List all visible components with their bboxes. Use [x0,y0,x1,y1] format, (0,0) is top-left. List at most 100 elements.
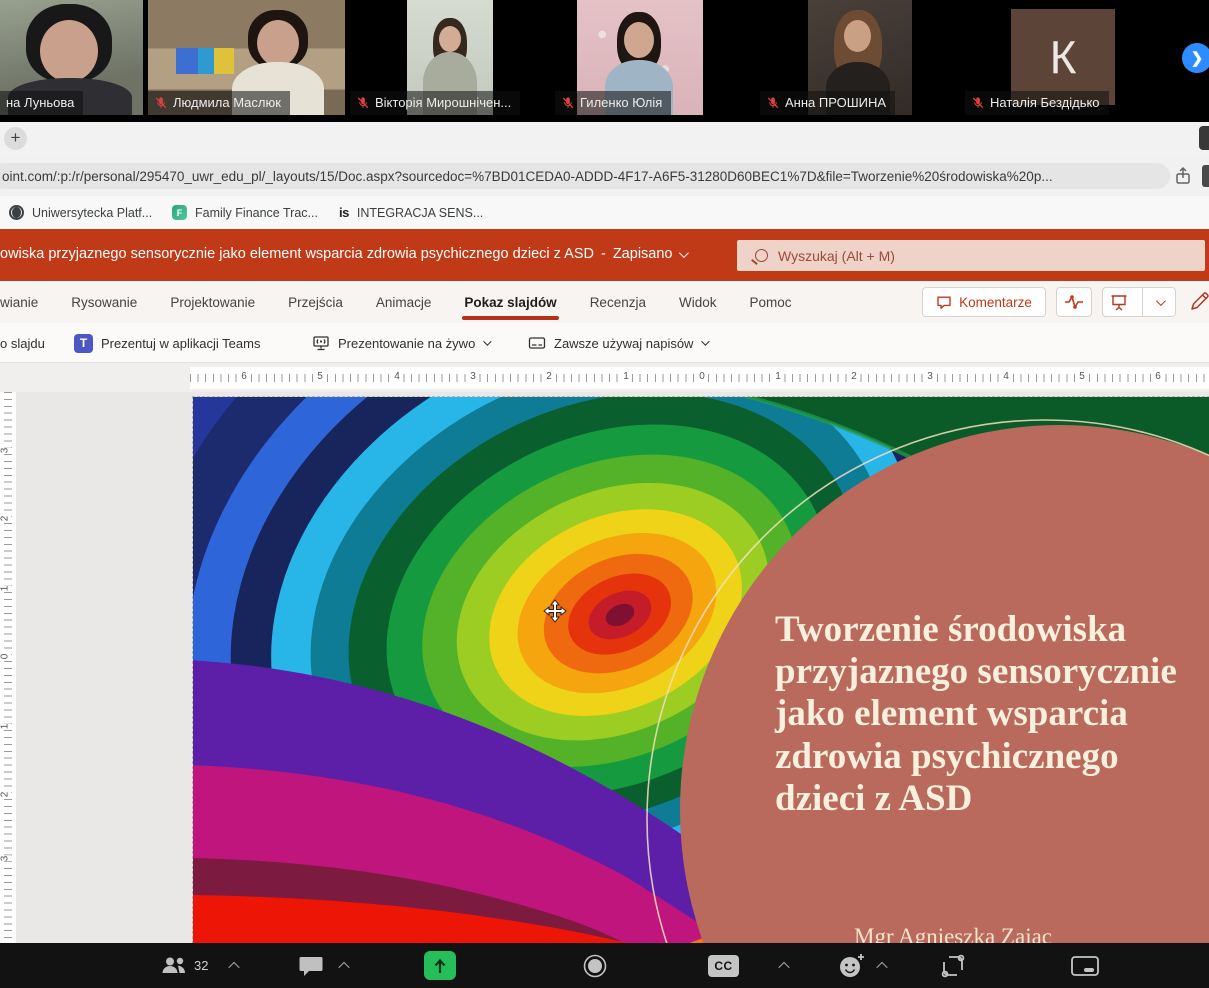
tab-pomoc[interactable]: Pomoc [749,291,791,314]
captions-icon [528,334,546,352]
window-control-partial[interactable] [1199,126,1209,150]
horizontal-ruler: 6 5 4 3 2 1 0 1 2 3 4 5 6 [190,367,1209,389]
always-use-captions-label: Zawsze używaj napisów [554,336,693,351]
participant-tile[interactable]: Гиленко Юлія [555,0,755,115]
chat-button[interactable] [298,943,324,988]
activity-pulse-icon [1064,295,1084,309]
participant-tile[interactable]: на Луньова [0,0,143,115]
tab-pokaz-slajdow[interactable]: Pokaz slajdów [464,291,556,314]
status-separator: - [601,246,606,262]
participant-tile[interactable]: Людмила Маслюк [148,0,345,115]
participant-tile[interactable]: К Наталія Бездідько [965,0,1165,115]
participants-button[interactable]: 32 [160,943,208,988]
comments-button[interactable]: Komentarze [922,287,1046,317]
share-screen-icon [424,951,456,980]
cc-menu-chevron[interactable] [780,943,788,988]
catch-up-button[interactable] [1056,287,1092,317]
bookmark-item[interactable]: Uniwersytecka Platf... [9,196,152,229]
is-site-icon: is [339,205,349,220]
closed-captions-icon: CC [708,955,739,977]
comment-bubble-icon [936,294,952,310]
present-in-teams-label: Prezentuj w aplikacji Teams [101,336,260,351]
address-bar[interactable]: oint.com/:p:/r/personal/295470_uwr_edu_p… [0,163,1170,189]
chevron-down-icon[interactable] [679,248,689,258]
globe-icon [9,205,24,220]
whiteboard-icon [1070,954,1100,978]
meeting-toolbar: 32 CC [0,943,1209,988]
vertical-ruler: 3 2 1 0 1 2 3 [0,392,16,943]
bookmark-item[interactable]: F Family Finance Trac... [172,196,318,229]
participant-name: Гиленко Юлія [580,95,662,110]
pencil-icon [1188,289,1209,313]
participant-tile[interactable]: Вікторія Мирошнічен... [350,0,551,115]
from-current-slide-button[interactable]: o slajdu [0,323,45,363]
slide-title-line: Tworzenie środowiska [775,609,1209,651]
mic-muted-icon [971,96,985,110]
present-live-button[interactable]: Prezentowanie na żywo [312,323,489,363]
reactions-menu-chevron[interactable] [878,943,886,988]
presentation-screen-icon [1110,294,1128,311]
apps-button[interactable] [940,943,966,988]
tab-przejscia[interactable]: Przejścia [288,291,343,314]
participant-name: на Луньова [6,95,74,110]
next-participants-page-button[interactable]: ❯ [1182,43,1209,73]
slide-title[interactable]: Tworzenie środowiska przyjaznego sensory… [775,609,1209,820]
finance-app-icon: F [172,205,187,220]
address-url: oint.com/:p:/r/personal/295470_uwr_edu_p… [2,169,1053,184]
tab-recenzja[interactable]: Recenzja [590,291,646,314]
bookmark-label: INTEGRACJA SENS... [357,206,483,220]
saved-status[interactable]: Zapisano [613,246,673,262]
chat-menu-chevron[interactable] [340,943,348,988]
tab-rysowanie[interactable]: Rysowanie [71,291,137,314]
bookmark-label: Uniwersytecka Platf... [32,206,152,220]
present-split-button[interactable] [1102,287,1176,317]
participant-name: Анна ПРОШИНА [785,95,886,110]
from-current-slide-label: o slajdu [0,336,45,351]
present-button[interactable] [1103,288,1135,316]
new-tab-button[interactable]: + [4,127,27,150]
participant-name-label: на Луньова [0,91,83,115]
browser-menu-partial[interactable] [1202,165,1209,187]
participant-name-label: Гиленко Юлія [555,91,671,115]
whiteboards-button[interactable] [1070,943,1100,988]
slide-author[interactable]: Mgr Agnieszka Zając [753,924,1153,943]
participant-name: Людмила Маслюк [173,95,281,110]
slide-title-line: zdrowia psychicznego [775,736,1209,778]
participant-name-label: Вікторія Мирошнічен... [350,91,520,115]
share-page-icon[interactable] [1173,166,1193,186]
participant-tile[interactable]: Анна ПРОШИНА [760,0,960,115]
document-title: owiska przyjaznego sensorycznie jako ele… [0,246,594,262]
tab-animacje[interactable]: Animacje [376,291,432,314]
mic-muted-icon [154,96,168,110]
chevron-down-icon [702,337,710,345]
tab-projektowanie[interactable]: Projektowanie [170,291,255,314]
editor-work-area: 3 2 1 0 1 2 3 [0,392,1209,943]
ribbon-tab-row: wianie Rysowanie Projektowanie Przejścia… [0,281,1209,323]
bookmarks-bar: Uniwersytecka Platf... F Family Finance … [0,196,1209,229]
always-use-captions-button[interactable]: Zawsze używaj napisów [528,323,707,363]
tab-wstawianie[interactable]: wianie [0,291,38,314]
bookmark-item[interactable]: is INTEGRACJA SENS... [339,196,483,229]
search-icon [755,249,768,262]
apps-icon [940,953,966,979]
present-options-chevron[interactable] [1142,288,1175,316]
teams-icon: T [74,334,93,353]
search-input[interactable] [778,248,1158,264]
chat-icon [298,955,324,977]
search-box[interactable] [737,240,1205,271]
browser-tab-strip: + [0,122,1209,156]
present-in-teams-button[interactable]: T Prezentuj w aplikacji Teams [74,323,260,363]
tab-widok[interactable]: Widok [679,291,717,314]
slide-canvas[interactable]: Tworzenie środowiska przyjaznego sensory… [193,397,1209,943]
ruler-row: 6 5 4 3 2 1 0 1 2 3 4 5 6 [0,363,1209,392]
record-button[interactable] [582,943,608,988]
participants-icon [160,956,188,976]
participant-name: Наталія Бездідько [990,95,1100,110]
share-screen-button[interactable] [424,943,456,988]
reactions-button[interactable] [838,943,866,988]
editing-mode-pencil-button[interactable] [1188,289,1209,315]
mic-muted-icon [766,96,780,110]
cc-button[interactable]: CC [708,943,739,988]
browser-toolbar: oint.com/:p:/r/personal/295470_uwr_edu_p… [0,156,1209,196]
participants-menu-chevron[interactable] [230,943,238,988]
